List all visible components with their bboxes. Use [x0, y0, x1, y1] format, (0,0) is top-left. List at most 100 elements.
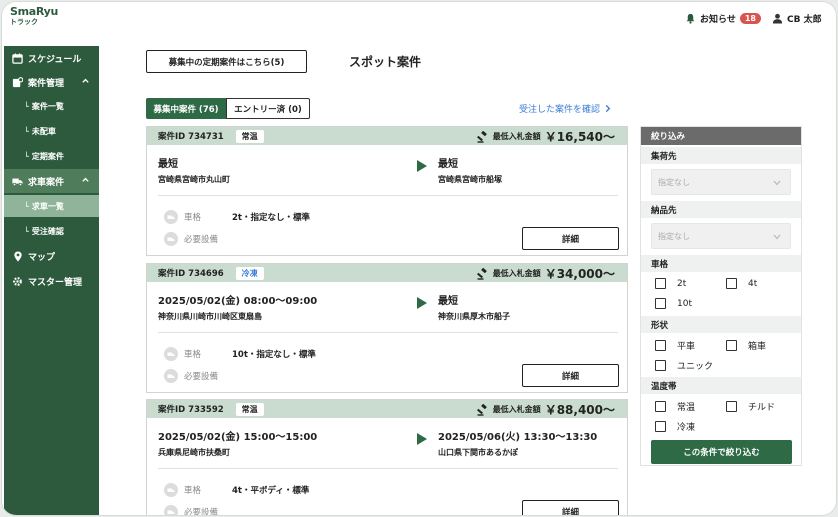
checkbox-2t[interactable]: 2t: [655, 278, 686, 289]
case-id: 案件ID 734731: [158, 132, 224, 142]
pickup-select[interactable]: 指定なし: [651, 169, 791, 195]
checkbox-10t[interactable]: 10t: [655, 298, 692, 309]
delivery-address: 宮崎県宮崎市船塚: [438, 175, 502, 184]
checkbox-4t[interactable]: 4t: [726, 278, 757, 289]
delivery-select-value: 指定なし: [658, 231, 690, 241]
map-pin-icon: [12, 250, 23, 262]
case-card-header: 案件ID 734696 冷凍 最低入札金額 ￥34,000〜: [147, 264, 627, 282]
logo[interactable]: SmaRyu トラック: [10, 5, 58, 27]
sidebar-item-unassigned[interactable]: └ 未配車: [4, 120, 99, 142]
temperature-badge: 冷凍: [235, 266, 264, 280]
truck-icon: [164, 210, 178, 224]
regular-cases-button[interactable]: 募集中の定期案件はこちら(5): [146, 50, 307, 73]
sidebar-item-label: 受注確認: [31, 226, 64, 236]
sidebar-item-label: 求車一覧: [31, 201, 64, 211]
min-bid-value: ￥88,400〜: [544, 403, 615, 417]
vehicle-value: 10t・指定なし・標準: [232, 350, 316, 360]
checkbox-frozen[interactable]: 冷凍: [655, 420, 695, 433]
sidebar-item-label: マップ: [28, 252, 56, 263]
top-bar: SmaRyu トラック お知らせ 18 CB 太郎: [2, 2, 836, 36]
delivery-date: 最短: [438, 296, 458, 307]
tree-branch-icon: └: [24, 226, 29, 236]
gavel-icon: [476, 130, 487, 143]
checkbox-box: [726, 278, 737, 289]
tab-recruiting[interactable]: 募集中案件 (76): [146, 98, 226, 119]
delivery-address: 神奈川県厚木市船子: [438, 312, 510, 321]
vehicle-label: 車格: [184, 213, 202, 223]
chevron-right-icon: [605, 104, 611, 113]
checkbox-label: 2t: [677, 278, 687, 289]
case-id: 案件ID 733592: [158, 405, 224, 415]
checkbox-ambient[interactable]: 常温: [655, 400, 695, 413]
delivery-info: 最短 宮崎県宮崎市船塚: [438, 155, 502, 185]
pickup-date: 最短: [158, 159, 178, 170]
min-bid-label: 最低入札金額: [492, 132, 541, 141]
sidebar-item-case-management[interactable]: 案件管理: [4, 70, 99, 94]
filter-section-pickup: 集荷先: [641, 147, 801, 164]
chevron-down-icon: [773, 179, 781, 188]
sidebar-item-order-confirmation[interactable]: └ 受注確認: [4, 220, 99, 242]
checkbox-box-truck[interactable]: 箱車: [726, 339, 766, 352]
tree-branch-icon: └: [24, 101, 29, 111]
sidebar-item-vehicle-request-list[interactable]: └ 求車一覧: [4, 195, 99, 217]
case-card: 案件ID 733592 常温 最低入札金額 ￥88,400〜 2025/05/0…: [146, 399, 628, 515]
checkbox-label: 箱車: [748, 342, 767, 352]
sidebar: スケジュール 案件管理 └ 案件一覧 └ 未配車 └ 定期案件 求車案件 └ 求…: [4, 46, 99, 515]
truck-icon: [164, 369, 178, 383]
min-bid-price: 最低入札金額 ￥88,400〜: [476, 401, 615, 418]
pickup-date: 2025/05/02(金) 08:00〜09:00: [158, 296, 318, 307]
sidebar-item-label: 案件管理: [28, 78, 65, 89]
sidebar-item-label: スケジュール: [28, 54, 82, 65]
sidebar-item-regular-cases[interactable]: └ 定期案件: [4, 145, 99, 167]
pickup-info: 最短 宮崎県宮崎市丸山町: [158, 155, 230, 185]
sidebar-item-master-management[interactable]: マスター管理: [4, 269, 99, 293]
checkbox-box: [655, 401, 666, 412]
user-menu[interactable]: CB 太郎: [772, 12, 822, 25]
sidebar-item-case-list[interactable]: └ 案件一覧: [4, 95, 99, 117]
truck-icon: [164, 232, 178, 246]
chevron-up-icon: [81, 76, 90, 88]
detail-button[interactable]: 詳細: [522, 500, 619, 515]
pickup-address: 兵庫県尼崎市扶桑町: [158, 448, 230, 457]
vehicle-spec: 車格 4t・平ボディ・標準: [164, 483, 309, 497]
min-bid-label: 最低入札金額: [492, 405, 541, 414]
vehicle-label: 車格: [184, 486, 202, 496]
equipment-label: 必要設備: [184, 372, 219, 382]
sidebar-item-schedule[interactable]: スケジュール: [4, 46, 99, 70]
user-icon: [772, 13, 783, 24]
pickup-info: 2025/05/02(金) 15:00〜15:00 兵庫県尼崎市扶桑町: [158, 428, 317, 458]
min-bid-label: 最低入札金額: [492, 269, 541, 278]
route-arrow-icon: [417, 160, 427, 172]
sidebar-item-label: 求車案件: [28, 177, 65, 188]
delivery-select[interactable]: 指定なし: [651, 223, 791, 249]
detail-button[interactable]: 詳細: [522, 364, 619, 387]
tree-branch-icon: └: [24, 126, 29, 136]
checkbox-unic[interactable]: ユニック: [655, 359, 713, 372]
sidebar-item-map[interactable]: マップ: [4, 244, 99, 268]
checkbox-chilled[interactable]: チルド: [726, 400, 775, 413]
vehicle-value: 2t・指定なし・標準: [232, 213, 310, 223]
detail-button[interactable]: 詳細: [522, 227, 619, 250]
pickup-address: 神奈川県川崎市川崎区東扇島: [158, 312, 262, 321]
case-card: 案件ID 734696 冷凍 最低入札金額 ￥34,000〜 2025/05/0…: [146, 263, 628, 393]
case-gear-icon: [12, 76, 23, 88]
min-bid-price: 最低入札金額 ￥16,540〜: [476, 128, 615, 145]
checkbox-box: [655, 298, 666, 309]
tree-branch-icon: └: [24, 201, 29, 211]
case-tabs: 募集中案件 (76) エントリー済 (0): [146, 98, 310, 119]
notifications[interactable]: お知らせ 18: [685, 12, 761, 25]
case-id: 案件ID 734696: [158, 269, 224, 279]
sidebar-item-vehicle-requests[interactable]: 求車案件: [4, 169, 99, 193]
equipment-spec: 必要設備: [164, 369, 232, 383]
min-bid-price: 最低入札金額 ￥34,000〜: [476, 265, 615, 282]
confirm-orders-link[interactable]: 受注した案件を確認: [519, 102, 612, 115]
gavel-icon: [476, 267, 487, 280]
vehicle-spec: 車格 2t・指定なし・標準: [164, 210, 310, 224]
tab-entered[interactable]: エントリー済 (0): [226, 98, 310, 119]
pickup-address: 宮崎県宮崎市丸山町: [158, 175, 230, 184]
checkbox-label: 常温: [677, 403, 696, 413]
filter-panel: 絞り込み 集荷先 指定なし 納品先 指定なし 車格 2t 4t 10t 形状 平…: [640, 126, 802, 466]
apply-filter-button[interactable]: この条件で絞り込む: [651, 440, 792, 464]
checkbox-flatbed[interactable]: 平車: [655, 339, 695, 352]
truck-icon: [164, 347, 178, 361]
